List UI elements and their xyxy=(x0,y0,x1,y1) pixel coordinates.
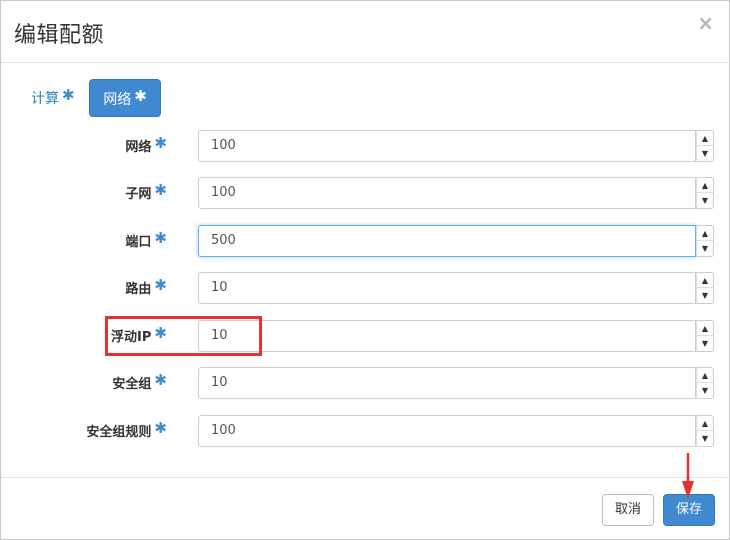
edit-quota-dialog: 编辑配额 × 计算 ✱ 网络 ✱ 网络 ✱ 100 ▲ ▼ 子网 ✱ 100 ▲ ▼ xyxy=(0,0,730,540)
number-input-group: 10 ▲ ▼ xyxy=(198,320,714,352)
network-quota-input[interactable]: 100 xyxy=(198,130,696,162)
field-label-text: 子网 xyxy=(125,187,152,202)
required-icon: ✱ xyxy=(62,86,75,104)
field-label: 子网 ✱ xyxy=(125,177,167,209)
security-group-rules-quota-input[interactable]: 100 xyxy=(198,415,696,447)
field-label-text: 端口 xyxy=(125,235,152,250)
field-label-text: 网络 xyxy=(125,140,152,155)
caret-up-icon[interactable]: ▲ xyxy=(697,226,713,241)
arrow-down-icon xyxy=(682,453,694,499)
caret-down-icon[interactable]: ▼ xyxy=(697,336,713,351)
security-group-quota-input[interactable]: 10 xyxy=(198,367,696,399)
required-icon: ✱ xyxy=(154,134,167,152)
caret-down-icon[interactable]: ▼ xyxy=(697,383,713,398)
caret-up-icon[interactable]: ▲ xyxy=(697,273,713,288)
field-label: 安全组规则 ✱ xyxy=(86,415,167,447)
number-spinner: ▲ ▼ xyxy=(696,415,714,447)
required-icon: ✱ xyxy=(134,87,147,105)
number-spinner: ▲ ▼ xyxy=(696,225,714,257)
dialog-header: 编辑配额 × xyxy=(1,1,729,63)
field-row-security-group-rules: 安全组规则 ✱ 100 ▲ ▼ xyxy=(1,415,729,447)
field-label-text: 安全组 xyxy=(112,377,152,392)
caret-down-icon[interactable]: ▼ xyxy=(697,431,713,446)
field-label: 端口 ✱ xyxy=(125,225,167,257)
caret-down-icon[interactable]: ▼ xyxy=(697,193,713,208)
field-label-text: 路由 xyxy=(125,282,152,297)
caret-down-icon[interactable]: ▼ xyxy=(697,241,713,256)
caret-down-icon[interactable]: ▼ xyxy=(697,288,713,303)
field-label: 安全组 ✱ xyxy=(112,367,167,399)
field-row-router: 路由 ✱ 10 ▲ ▼ xyxy=(1,272,729,304)
number-input-group: 10 ▲ ▼ xyxy=(198,272,714,304)
number-spinner: ▲ ▼ xyxy=(696,177,714,209)
required-icon: ✱ xyxy=(154,229,167,247)
tab-compute-label: 计算 xyxy=(31,91,59,107)
port-quota-input[interactable]: 500 xyxy=(198,225,696,257)
caret-up-icon[interactable]: ▲ xyxy=(697,416,713,431)
quota-tabs: 计算 ✱ 网络 ✱ xyxy=(1,79,729,117)
caret-up-icon[interactable]: ▲ xyxy=(697,178,713,193)
floating-ip-quota-input[interactable]: 10 xyxy=(198,320,696,352)
dialog-title: 编辑配额 xyxy=(14,23,105,48)
number-input-group: 100 ▲ ▼ xyxy=(198,415,714,447)
field-label: 路由 ✱ xyxy=(125,272,167,304)
field-row-subnet: 子网 ✱ 100 ▲ ▼ xyxy=(1,177,729,209)
field-row-security-group: 安全组 ✱ 10 ▲ ▼ xyxy=(1,367,729,399)
required-icon: ✱ xyxy=(154,419,167,437)
field-label-text: 安全组规则 xyxy=(86,425,152,440)
number-input-group: 500 ▲ ▼ xyxy=(198,225,714,257)
annotation-highlight-box xyxy=(105,316,262,356)
required-icon: ✱ xyxy=(154,371,167,389)
number-input-group: 100 ▲ ▼ xyxy=(198,177,714,209)
field-row-port: 端口 ✱ 500 ▲ ▼ xyxy=(1,225,729,257)
caret-down-icon[interactable]: ▼ xyxy=(697,146,713,161)
required-icon: ✱ xyxy=(154,276,167,294)
caret-up-icon[interactable]: ▲ xyxy=(697,368,713,383)
field-row-network: 网络 ✱ 100 ▲ ▼ xyxy=(1,130,729,162)
subnet-quota-input[interactable]: 100 xyxy=(198,177,696,209)
tab-network[interactable]: 网络 ✱ xyxy=(89,79,161,117)
cancel-button[interactable]: 取消 xyxy=(602,494,654,526)
required-icon: ✱ xyxy=(154,181,167,199)
tab-compute[interactable]: 计算 ✱ xyxy=(31,79,75,117)
close-icon[interactable]: × xyxy=(697,11,714,35)
caret-up-icon[interactable]: ▲ xyxy=(697,321,713,336)
number-spinner: ▲ ▼ xyxy=(696,367,714,399)
field-label: 网络 ✱ xyxy=(125,130,167,162)
router-quota-input[interactable]: 10 xyxy=(198,272,696,304)
number-input-group: 10 ▲ ▼ xyxy=(198,367,714,399)
number-spinner: ▲ ▼ xyxy=(696,320,714,352)
dialog-footer: 取消 保存 xyxy=(1,477,729,539)
number-spinner: ▲ ▼ xyxy=(696,130,714,162)
tab-network-label: 网络 xyxy=(103,92,132,108)
caret-up-icon[interactable]: ▲ xyxy=(697,131,713,146)
number-input-group: 100 ▲ ▼ xyxy=(198,130,714,162)
number-spinner: ▲ ▼ xyxy=(696,272,714,304)
